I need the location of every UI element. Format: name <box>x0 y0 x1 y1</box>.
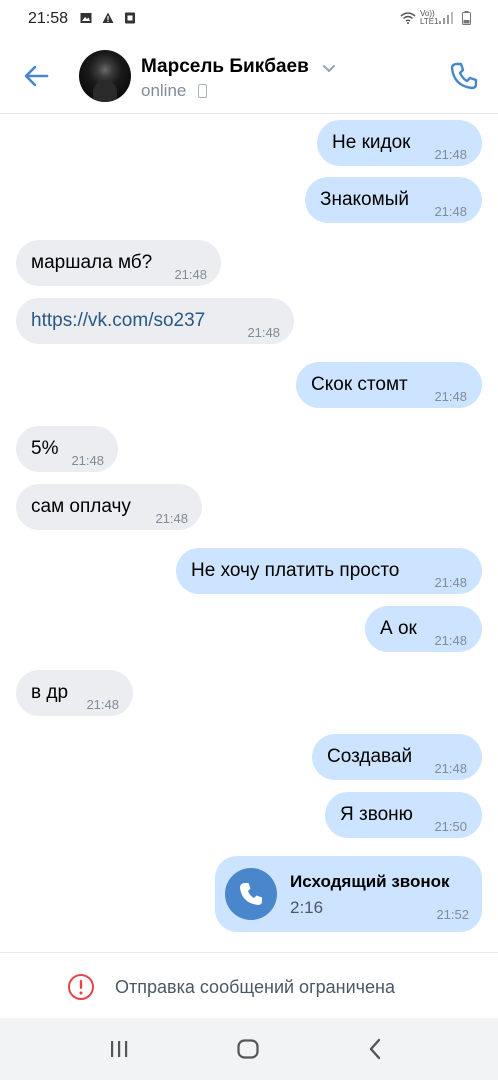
image-icon <box>80 13 92 23</box>
message-bubble-incoming[interactable]: сам оплачу 21:48 <box>16 484 202 530</box>
message-time: 21:48 <box>155 511 188 526</box>
message-bubble-incoming[interactable]: маршала мб? 21:48 <box>16 240 221 286</box>
message-time: 21:48 <box>434 575 467 590</box>
contact-name[interactable]: Марсель Бикбаев <box>141 56 309 78</box>
restriction-text: Отправка сообщений ограничена <box>115 977 395 997</box>
message-text: Не хочу платить просто <box>191 560 400 581</box>
message-bubble-outgoing[interactable]: Скок стомт 21:48 <box>296 362 482 408</box>
status-time: 21:58 <box>28 10 69 27</box>
recent-apps-icon[interactable] <box>106 1036 132 1062</box>
message-bubble-outgoing[interactable]: Не кидок 21:48 <box>317 120 482 166</box>
message-time: 21:50 <box>434 819 467 834</box>
message-text: в др <box>31 682 69 703</box>
sim-icon <box>125 12 135 24</box>
message-text: Скок стомт <box>311 374 408 395</box>
call-duration: 2:16 <box>290 898 324 917</box>
message-text: Создавай <box>327 746 413 767</box>
message-time: 21:48 <box>71 453 104 468</box>
message-text: 5% <box>31 438 59 459</box>
status-bar: 21:58 Vo)) LTE1 <box>0 0 498 38</box>
message-time: 21:48 <box>174 267 207 282</box>
signal-icon <box>439 12 453 24</box>
message-time: 21:48 <box>434 204 467 219</box>
avatar[interactable] <box>79 50 131 102</box>
message-list[interactable]: Не кидок 21:48 Знакомый 21:48 маршала мб… <box>0 114 498 952</box>
message-bubble-outgoing[interactable]: Я звоню 21:50 <box>325 792 482 838</box>
call-button[interactable] <box>225 868 277 920</box>
message-time: 21:48 <box>247 325 280 340</box>
home-icon[interactable] <box>235 1036 261 1062</box>
chat-header: Марсель Бикбаев online <box>0 38 498 114</box>
wifi-icon <box>400 12 416 24</box>
mobile-device-icon <box>198 84 207 98</box>
network-label-bottom: LTE1 <box>420 17 439 26</box>
phone-icon <box>240 883 262 905</box>
exclamation-circle-icon <box>68 974 94 1000</box>
message-time: 21:48 <box>434 389 467 404</box>
battery-icon <box>462 11 471 25</box>
network-label: Vo)) LTE1 <box>420 10 439 26</box>
message-time: 21:48 <box>86 697 119 712</box>
back-arrow-icon[interactable] <box>20 60 52 92</box>
contact-status: online <box>141 81 187 100</box>
message-bubble-outgoing[interactable]: А ок 21:48 <box>365 606 482 652</box>
message-time: 21:48 <box>434 761 467 776</box>
call-time: 21:52 <box>436 907 469 922</box>
message-text: Не кидок <box>332 132 411 153</box>
messaging-restricted-bar: Отправка сообщений ограничена <box>0 952 498 1018</box>
outgoing-call-card[interactable]: Исходящий звонок 2:16 21:52 <box>215 856 482 932</box>
message-time: 21:48 <box>434 147 467 162</box>
message-bubble-outgoing[interactable]: Создавай 21:48 <box>312 734 482 780</box>
call-title: Исходящий звонок <box>290 872 450 891</box>
message-text: Я звоню <box>340 804 413 825</box>
back-icon[interactable] <box>363 1036 389 1062</box>
message-time: 21:48 <box>434 633 467 648</box>
chevron-down-icon[interactable] <box>322 64 336 74</box>
message-text: А ок <box>380 618 417 639</box>
message-bubble-incoming[interactable]: 5% 21:48 <box>16 426 118 472</box>
message-bubble-incoming[interactable]: https://vk.com/so237 21:48 <box>16 298 294 344</box>
message-text: маршала мб? <box>31 252 153 273</box>
phone-icon[interactable] <box>448 60 480 92</box>
message-bubble-outgoing[interactable]: Знакомый 21:48 <box>305 177 482 223</box>
message-text: Знакомый <box>320 189 409 210</box>
message-bubble-incoming[interactable]: в др 21:48 <box>16 670 133 716</box>
message-link[interactable]: https://vk.com/so237 <box>31 310 205 331</box>
message-bubble-outgoing[interactable]: Не хочу платить просто 21:48 <box>176 548 482 594</box>
warning-icon <box>102 12 114 23</box>
system-navigation-bar <box>0 1018 498 1080</box>
message-text: сам оплачу <box>31 496 131 517</box>
